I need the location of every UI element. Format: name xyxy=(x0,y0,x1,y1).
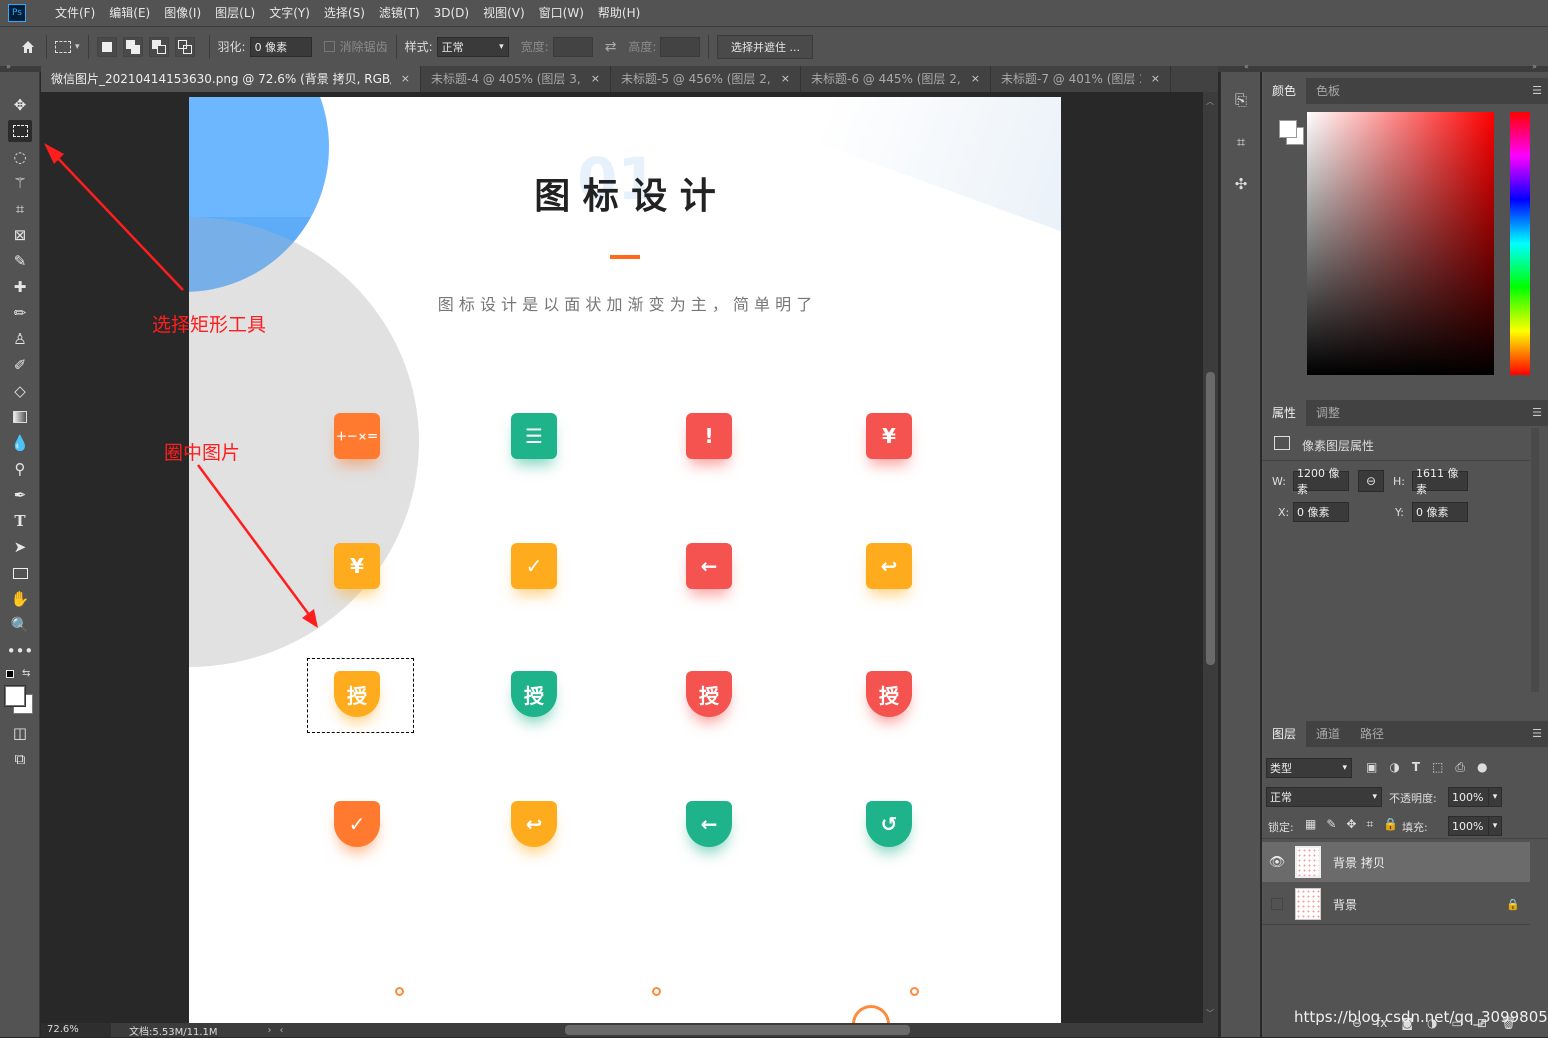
annotation-select-image: 圈中图片 xyxy=(164,442,241,464)
tab-swatches[interactable]: 色板 xyxy=(1306,78,1350,104)
filter-type-icon[interactable]: T xyxy=(1412,760,1420,775)
filter-adjustment-icon[interactable]: ◑ xyxy=(1389,760,1399,775)
tab-layers[interactable]: 图层 xyxy=(1262,721,1307,747)
y-field-label: Y: xyxy=(1395,506,1404,519)
width-field-label: W: xyxy=(1272,475,1286,488)
pixel-layer-icon xyxy=(1274,436,1290,450)
y-field[interactable]: 0 像素 xyxy=(1412,502,1468,522)
filter-smart-object-icon[interactable]: ⎙ xyxy=(1455,760,1465,775)
hscroll-left-arrow[interactable]: ‹ xyxy=(280,1025,284,1036)
properties-panel-tabs: 属性 调整 ☰ xyxy=(1262,400,1548,426)
layer-lock-icon[interactable]: 🔒 xyxy=(1506,898,1520,911)
layer-filter-label: 类型 xyxy=(1270,762,1292,775)
color-panel-menu-icon[interactable]: ☰ xyxy=(1532,84,1542,97)
watermark-text: https://blog.csdn.net/qq_30998053 xyxy=(1294,1008,1548,1026)
color-picker-field[interactable] xyxy=(1307,112,1494,375)
x-field[interactable]: 0 像素 xyxy=(1293,502,1349,522)
filter-toggle-icon[interactable]: ● xyxy=(1477,760,1487,775)
hue-slider[interactable] xyxy=(1510,112,1530,375)
plugins-panel-icon[interactable]: ✣ xyxy=(1229,172,1253,196)
right-panels: 颜色 色板 ☰ 属性 调整 ☰ 像素图层属性 W: 1200 像素 ⊖ H: 1… xyxy=(1262,72,1548,1037)
lock-icons: ▦ ✎ ✥ ⌗ 🔒 xyxy=(1305,817,1398,832)
layer-filter-select[interactable]: 类型 ▾ xyxy=(1266,758,1352,778)
filter-shape-icon[interactable]: ⬚ xyxy=(1432,760,1443,775)
layer-row-background[interactable]: 背景 🔒 xyxy=(1262,884,1530,924)
fg-color-chip[interactable] xyxy=(1279,120,1297,138)
crop-panel-icon[interactable]: ⌗ xyxy=(1229,130,1253,154)
filter-pixel-icon[interactable]: ▣ xyxy=(1366,760,1377,775)
tab-adjustments[interactable]: 调整 xyxy=(1306,400,1350,426)
lock-label: 锁定: xyxy=(1268,821,1294,834)
zoom-level[interactable]: 72.6% xyxy=(41,1023,111,1037)
tab-paths[interactable]: 路径 xyxy=(1350,721,1394,747)
vertical-scroll-thumb[interactable] xyxy=(1206,372,1215,665)
layer-name[interactable]: 背景 拷贝 xyxy=(1333,854,1385,871)
fill-label: 填充: xyxy=(1402,821,1428,834)
lock-pixels-icon[interactable]: ✎ xyxy=(1326,817,1336,832)
height-field-label: H: xyxy=(1393,475,1405,488)
opacity-label: 不透明度: xyxy=(1389,792,1437,805)
properties-scrollbar[interactable] xyxy=(1531,428,1539,692)
status-menu-arrow[interactable]: › xyxy=(268,1025,272,1036)
history-panel-icon[interactable]: ⎘ xyxy=(1229,88,1253,112)
layer-row-background-copy[interactable]: 👁 背景 拷贝 xyxy=(1262,842,1530,882)
horizontal-scroll-thumb[interactable] xyxy=(565,1025,910,1035)
lock-transparency-icon[interactable]: ▦ xyxy=(1305,817,1316,832)
tool-arrow-line xyxy=(51,151,184,291)
width-field[interactable]: 1200 像素 xyxy=(1293,467,1349,496)
layer-thumbnail xyxy=(1295,846,1321,878)
tab-properties[interactable]: 属性 xyxy=(1262,400,1307,426)
collapsed-panel-strip: ⎘ ⌗ ✣ xyxy=(1220,72,1260,1037)
blend-mode-select[interactable]: 正常 ▾ xyxy=(1266,787,1382,807)
selection-arrowhead xyxy=(302,609,318,628)
x-field-label: X: xyxy=(1278,506,1290,519)
fill-dropdown-icon[interactable]: ▾ xyxy=(1488,816,1502,836)
opacity-field[interactable]: 100% xyxy=(1448,787,1490,807)
properties-menu-icon[interactable]: ☰ xyxy=(1532,406,1542,419)
lock-artboard-icon[interactable]: ⌗ xyxy=(1366,817,1373,832)
color-panel-tabs: 颜色 色板 ☰ xyxy=(1262,78,1548,104)
visibility-toggle-off[interactable] xyxy=(1271,898,1283,910)
tab-color[interactable]: 颜色 xyxy=(1262,78,1307,104)
blend-mode-value: 正常 xyxy=(1270,791,1292,804)
opacity-dropdown-icon[interactable]: ▾ xyxy=(1488,787,1502,807)
lock-all-icon[interactable]: 🔒 xyxy=(1383,817,1398,832)
annotation-select-rect-tool: 选择矩形工具 xyxy=(152,314,267,336)
lock-position-icon[interactable]: ✥ xyxy=(1346,817,1356,832)
fill-field[interactable]: 100% xyxy=(1448,816,1490,836)
layers-panel-tabs: 图层 通道 路径 ☰ xyxy=(1262,721,1548,747)
selection-arrow-line xyxy=(196,464,312,617)
layer-name[interactable]: 背景 xyxy=(1333,896,1357,913)
tab-channels[interactable]: 通道 xyxy=(1306,721,1350,747)
pixel-layer-properties-label: 像素图层属性 xyxy=(1302,439,1375,453)
layer-thumbnail xyxy=(1295,888,1321,920)
height-field[interactable]: 1611 像素 xyxy=(1412,467,1468,496)
layers-menu-icon[interactable]: ☰ xyxy=(1532,727,1542,740)
layer-filter-icons: ▣ ◑ T ⬚ ⎙ ● xyxy=(1366,760,1487,775)
eye-icon[interactable]: 👁 xyxy=(1262,855,1292,870)
link-dimensions-icon[interactable]: ⊖ xyxy=(1358,470,1384,492)
document-size: 文档:5.53M/11.1M xyxy=(129,1026,218,1038)
